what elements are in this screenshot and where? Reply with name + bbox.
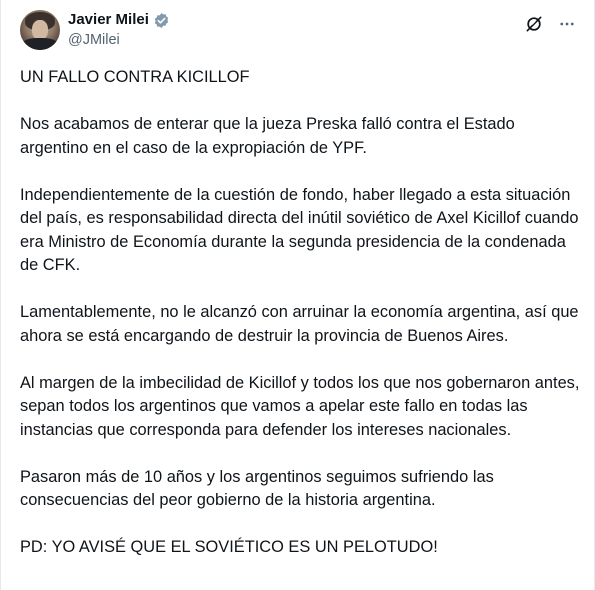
tweet-paragraph: PD: YO AVISÉ QUE EL SOVIÉTICO ES UN PELO… [20, 538, 438, 556]
avatar-suit [22, 38, 58, 50]
tweet-actions [524, 14, 576, 39]
avatar-face [32, 20, 48, 40]
tweet-text: UN FALLO CONTRA KICILLOF Nos acabamos de… [20, 66, 580, 583]
tweet-paragraph: Lamentablemente, no le alcanzó con arrui… [20, 303, 579, 345]
more-options-icon[interactable] [558, 15, 576, 38]
tweet-paragraph: Pasaron más de 10 años y los argentinos … [20, 467, 494, 510]
tweet-paragraph: UN FALLO CONTRA KICILLOF [20, 68, 250, 86]
grok-icon[interactable] [524, 14, 544, 39]
tweet-paragraph: Independientemente de la cuestión de fon… [20, 185, 579, 275]
author-handle[interactable]: @JMilei [68, 31, 170, 49]
avatar[interactable] [20, 10, 60, 50]
tweet-header: Javier Milei @JMilei [68, 11, 170, 49]
tweet-card: Javier Milei @JMilei UN FALLO CONTRA KIC… [0, 0, 595, 590]
tweet-paragraph: Nos acabamos de enterar que la jueza Pre… [20, 115, 515, 157]
author-name[interactable]: Javier Milei [68, 11, 149, 29]
verified-badge-icon [153, 12, 170, 29]
name-row: Javier Milei [68, 11, 170, 29]
tweet-paragraph: Al margen de la imbecilidad de Kicillof … [20, 373, 580, 439]
